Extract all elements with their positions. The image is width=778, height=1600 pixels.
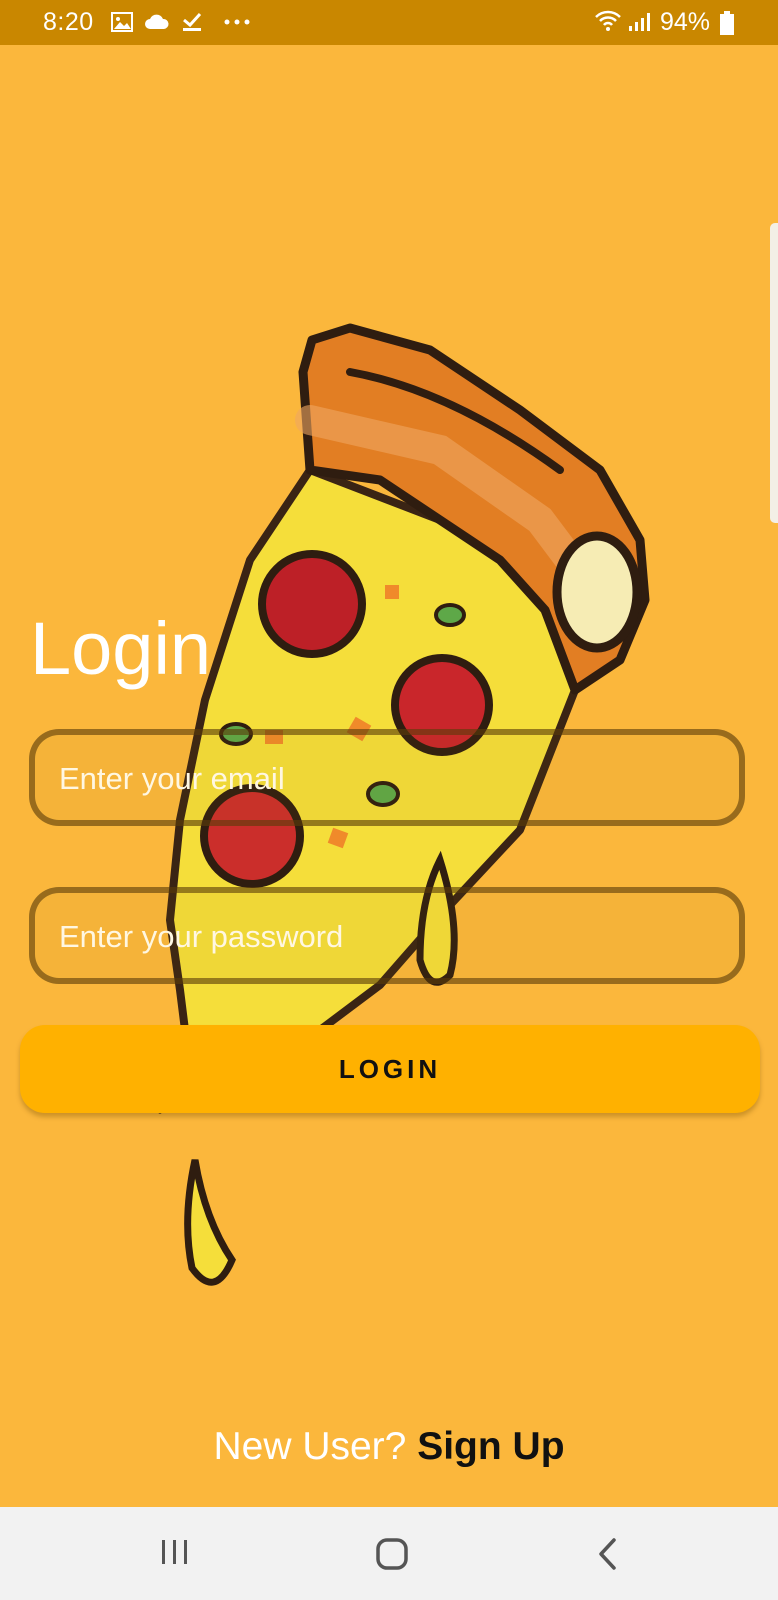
home-icon[interactable] — [375, 1537, 409, 1571]
page-title: Login — [30, 607, 212, 690]
signup-row: New User? Sign Up — [0, 1425, 778, 1469]
signup-link[interactable]: Sign Up — [417, 1425, 564, 1468]
email-input[interactable] — [57, 735, 721, 822]
password-input[interactable] — [57, 893, 721, 980]
more-dots-icon — [224, 19, 250, 25]
login-button[interactable]: LOGIN — [20, 1025, 760, 1113]
battery-percent: 94% — [660, 8, 711, 36]
signal-icon — [629, 13, 650, 31]
cloud-icon — [145, 14, 169, 29]
password-field[interactable] — [29, 887, 745, 984]
back-icon[interactable] — [596, 1537, 620, 1571]
navigation-bar — [0, 1507, 778, 1600]
wifi-icon — [595, 10, 621, 31]
signup-prompt: New User? — [213, 1425, 407, 1468]
status-time: 8:20 — [43, 8, 94, 36]
status-bar: 8:20 94% — [0, 0, 778, 45]
email-field[interactable] — [29, 729, 745, 826]
scroll-handle[interactable] — [770, 223, 778, 523]
gallery-icon — [111, 12, 133, 32]
battery-icon — [720, 11, 734, 35]
recent-apps-icon[interactable] — [160, 1537, 190, 1567]
download-done-icon — [183, 12, 202, 31]
